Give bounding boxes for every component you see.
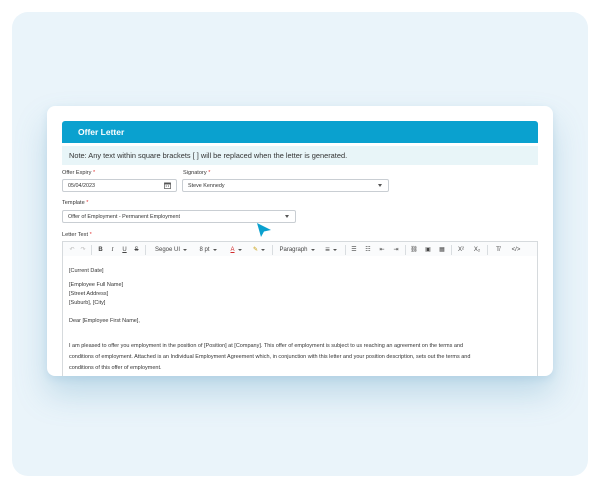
paragraph-format-dropdown[interactable]: Paragraph bbox=[275, 242, 319, 257]
editor-toolbar: ↶ ↷ B I U S Segoe UI 8 pt A ✎ Paragraph … bbox=[62, 241, 538, 257]
source-code-button[interactable]: </> bbox=[508, 242, 524, 257]
required-marker: * bbox=[89, 232, 92, 238]
bulleted-list-button[interactable]: ☰ bbox=[348, 242, 360, 257]
required-marker: * bbox=[86, 200, 89, 206]
page-title: Offer Letter bbox=[78, 127, 125, 137]
superscript-button[interactable]: X² bbox=[454, 242, 468, 257]
outdent-button[interactable]: ⇤ bbox=[376, 242, 388, 257]
font-family-dropdown[interactable]: Segoe UI bbox=[149, 242, 193, 257]
insert-image-button[interactable]: ▣ bbox=[422, 242, 434, 257]
required-marker: * bbox=[208, 170, 211, 176]
toolbar-divider bbox=[405, 245, 406, 255]
numbered-list-button[interactable]: ☷ bbox=[362, 242, 374, 257]
link-button[interactable]: ⛓ bbox=[408, 242, 420, 257]
letter-paragraph-line: I am pleased to offer you employment in … bbox=[69, 343, 464, 349]
toolbar-divider bbox=[145, 245, 146, 255]
letter-text-label-text: Letter Text bbox=[62, 232, 89, 238]
signatory-value: Steve Kennedy bbox=[188, 182, 225, 189]
info-note-text: Note: Any text within square brackets [ … bbox=[69, 151, 348, 160]
chevron-down-icon bbox=[285, 215, 289, 218]
undo-icon[interactable]: ↶ bbox=[67, 242, 77, 257]
template-label-text: Template bbox=[62, 200, 85, 206]
letter-line: [Current Date] bbox=[69, 268, 104, 274]
offer-expiry-label-text: Offer Expiry bbox=[62, 170, 92, 176]
chevron-down-icon bbox=[378, 184, 382, 187]
italic-button[interactable]: I bbox=[108, 242, 117, 257]
toolbar-divider bbox=[91, 245, 92, 255]
letter-text-editor[interactable]: [Current Date] [Employee Full Name] [Str… bbox=[62, 256, 538, 376]
offer-expiry-value: 05/04/2023 bbox=[68, 182, 95, 189]
info-note: Note: Any text within square brackets [ … bbox=[62, 146, 538, 165]
underline-button[interactable]: U bbox=[120, 242, 129, 257]
toolbar-divider bbox=[451, 245, 452, 255]
strikethrough-button[interactable]: S bbox=[132, 242, 141, 257]
pointer-cursor-icon bbox=[257, 223, 271, 237]
letter-line: [Street Address] bbox=[69, 291, 109, 297]
template-value: Offer of Employment - Permanent Employme… bbox=[68, 213, 180, 220]
calendar-icon[interactable] bbox=[164, 182, 171, 189]
offer-letter-card: Offer Letter Note: Any text within squar… bbox=[47, 106, 553, 376]
font-color-button[interactable]: A bbox=[225, 242, 247, 257]
bold-button[interactable]: B bbox=[96, 242, 105, 257]
highlight-button[interactable]: ✎ bbox=[248, 242, 270, 257]
toolbar-divider bbox=[345, 245, 346, 255]
letter-paragraph-line: conditions of employment. Attached is an… bbox=[69, 354, 471, 360]
toolbar-divider bbox=[272, 245, 273, 255]
offer-letter-header: Offer Letter bbox=[62, 121, 538, 143]
letter-line: [Suburb], [City] bbox=[69, 300, 106, 306]
letter-line: [Employee Full Name] bbox=[69, 282, 124, 288]
font-size-dropdown[interactable]: 8 pt bbox=[194, 242, 222, 257]
offer-expiry-label: Offer Expiry * bbox=[62, 170, 95, 176]
subscript-button[interactable]: X₂ bbox=[470, 242, 484, 257]
template-label: Template * bbox=[62, 200, 88, 206]
clear-formatting-button[interactable]: T̸ bbox=[491, 242, 505, 257]
align-dropdown[interactable]: ≡ bbox=[320, 242, 342, 257]
letter-paragraph-line: conditions of this offer of employment. bbox=[69, 365, 162, 371]
insert-table-button[interactable]: ▦ bbox=[436, 242, 448, 257]
required-marker: * bbox=[93, 170, 96, 176]
redo-icon[interactable]: ↷ bbox=[78, 242, 88, 257]
indent-button[interactable]: ⇥ bbox=[390, 242, 402, 257]
toolbar-divider bbox=[487, 245, 488, 255]
signatory-select[interactable]: Steve Kennedy bbox=[182, 179, 389, 192]
signatory-label-text: Signatory bbox=[183, 170, 207, 176]
signatory-label: Signatory * bbox=[183, 170, 210, 176]
letter-line: Dear [Employee First Name], bbox=[69, 318, 140, 324]
offer-expiry-date-field[interactable]: 05/04/2023 bbox=[62, 179, 177, 192]
letter-text-label: Letter Text * bbox=[62, 232, 92, 238]
